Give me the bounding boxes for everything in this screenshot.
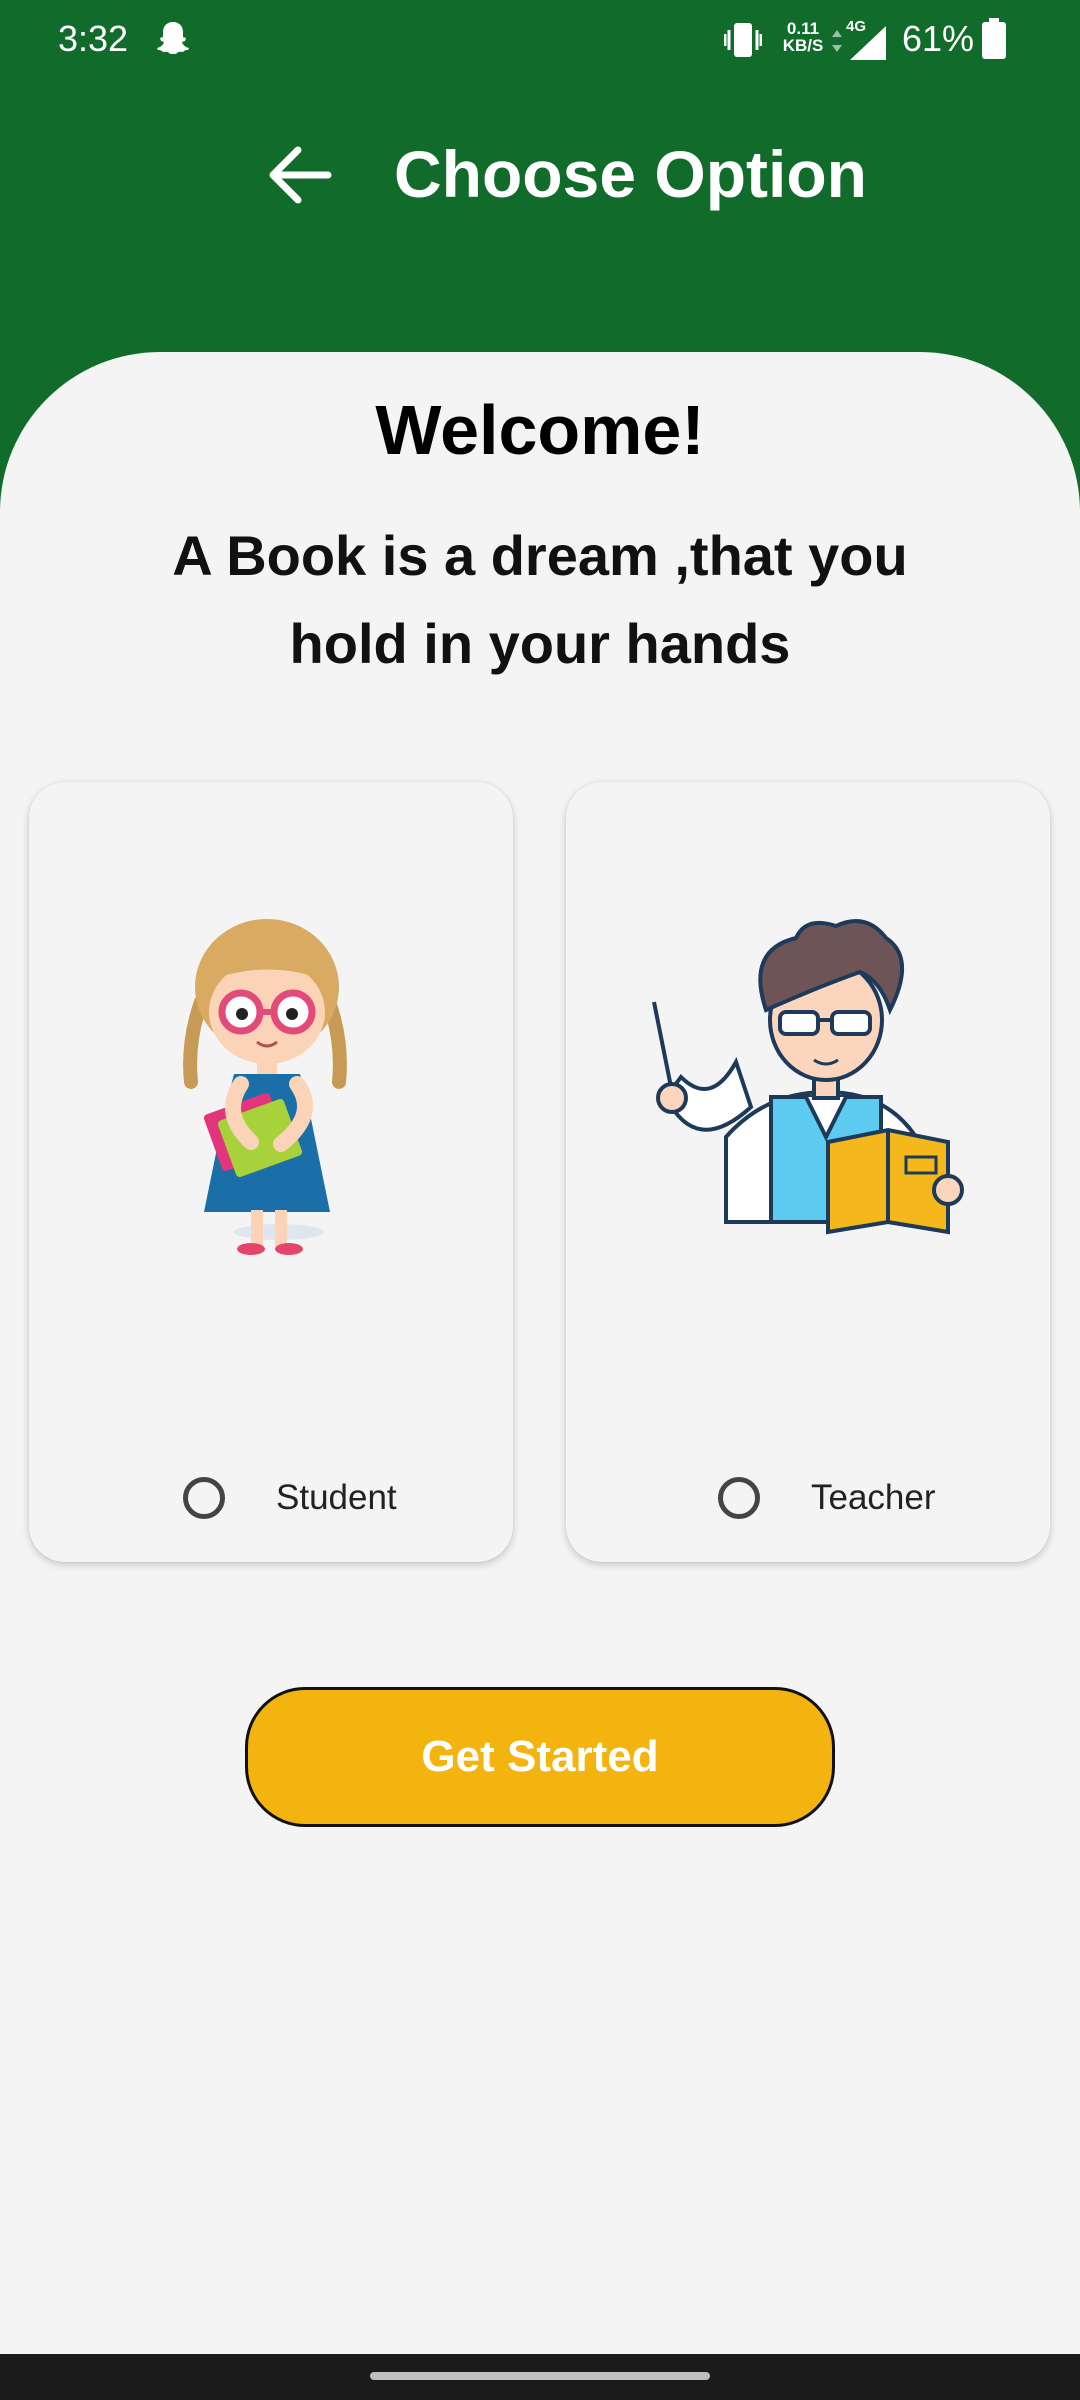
teacher-illustration xyxy=(652,919,964,1235)
battery-icon xyxy=(982,18,1006,59)
navigation-bar xyxy=(0,2354,1080,2400)
get-started-button[interactable]: Get Started xyxy=(245,1687,835,1827)
status-bar: 3:32 0.11 KB/S 4G 61% xyxy=(0,0,1080,80)
student-label: Student xyxy=(276,1478,397,1517)
back-button[interactable] xyxy=(262,138,336,212)
page-title: Choose Option xyxy=(394,137,867,211)
vibrate-icon xyxy=(724,23,762,57)
battery-percent: 61% xyxy=(902,18,975,59)
welcome-heading: Welcome! xyxy=(375,391,705,469)
gesture-handle[interactable] xyxy=(370,2372,710,2380)
teacher-option-card[interactable]: Teacher xyxy=(566,782,1050,1562)
student-radio-button[interactable] xyxy=(183,1477,225,1519)
tagline: A Book is a dream ,that you hold in your… xyxy=(172,524,908,675)
student-girl-illustration xyxy=(183,919,347,1255)
network-speed: 0.11 KB/S xyxy=(780,20,826,54)
status-time: 3:32 xyxy=(58,18,129,59)
snapchat-icon xyxy=(157,22,189,54)
student-radio-row[interactable]: Student xyxy=(29,1472,513,1532)
arrow-left-icon xyxy=(269,146,332,204)
teacher-radio-button[interactable] xyxy=(718,1477,760,1519)
network-speed-value: 0.11 xyxy=(786,19,820,38)
data-activity-icon xyxy=(832,30,842,52)
teacher-radio-row[interactable]: Teacher xyxy=(566,1472,1050,1532)
network-speed-unit: KB/S xyxy=(782,36,824,55)
teacher-label: Teacher xyxy=(811,1478,936,1517)
student-option-card[interactable]: Student xyxy=(29,782,513,1562)
signal-icon xyxy=(850,26,886,60)
